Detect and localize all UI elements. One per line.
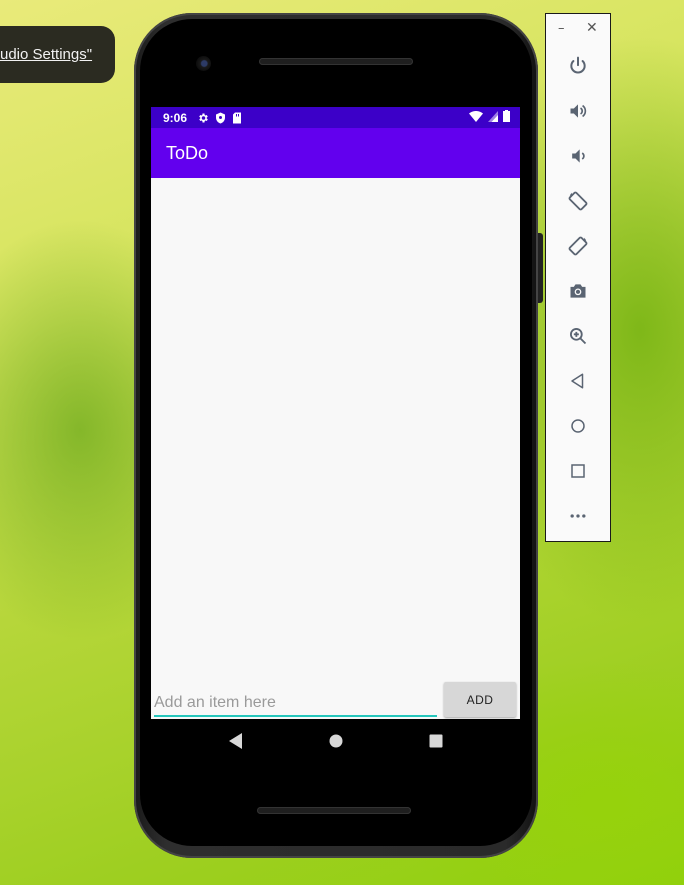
back-icon[interactable] xyxy=(564,367,592,395)
zoom-icon[interactable] xyxy=(564,322,592,350)
bottom-speaker xyxy=(257,807,411,814)
battery-icon xyxy=(503,110,510,125)
notification-toast[interactable]: udio Settings" xyxy=(0,26,115,83)
more-icon[interactable] xyxy=(564,502,592,530)
volume-down-icon[interactable] xyxy=(564,142,592,170)
app-bar: ToDo xyxy=(151,128,520,178)
add-item-row: ADD xyxy=(151,681,520,719)
app-title: ToDo xyxy=(166,142,209,163)
status-time: 9:06 xyxy=(163,110,188,125)
rotate-left-icon[interactable] xyxy=(564,187,592,215)
back-triangle-icon[interactable] xyxy=(226,731,246,751)
front-camera xyxy=(196,56,211,71)
recents-square-icon[interactable] xyxy=(426,731,446,751)
emulator-window-controls: – ✕ xyxy=(546,14,610,47)
home-icon[interactable] xyxy=(564,412,592,440)
camera-icon[interactable] xyxy=(564,277,592,305)
minimize-icon[interactable]: – xyxy=(558,21,565,36)
wifi-icon xyxy=(469,110,483,125)
add-button[interactable]: ADD xyxy=(444,682,516,717)
phone-side-button xyxy=(538,233,543,303)
overview-icon[interactable] xyxy=(564,457,592,485)
home-circle-icon[interactable] xyxy=(326,731,346,751)
status-bar: 9:06 xyxy=(151,107,520,128)
shield-icon xyxy=(215,112,226,124)
power-icon[interactable] xyxy=(564,52,592,80)
device-screen: 9:06 ToDo ADD xyxy=(151,107,520,719)
emulator-toolbar: – ✕ xyxy=(545,13,611,542)
rotate-right-icon[interactable] xyxy=(564,232,592,260)
todo-list[interactable] xyxy=(151,178,520,678)
top-speaker xyxy=(259,58,413,65)
volume-up-icon[interactable] xyxy=(564,97,592,125)
sd-card-icon xyxy=(232,112,242,124)
item-input[interactable] xyxy=(154,691,437,717)
navigation-bar xyxy=(151,719,520,763)
settings-gear-icon xyxy=(197,112,209,124)
notification-link[interactable]: udio Settings" xyxy=(0,46,92,63)
close-icon[interactable]: ✕ xyxy=(586,20,598,36)
signal-icon xyxy=(488,110,498,125)
